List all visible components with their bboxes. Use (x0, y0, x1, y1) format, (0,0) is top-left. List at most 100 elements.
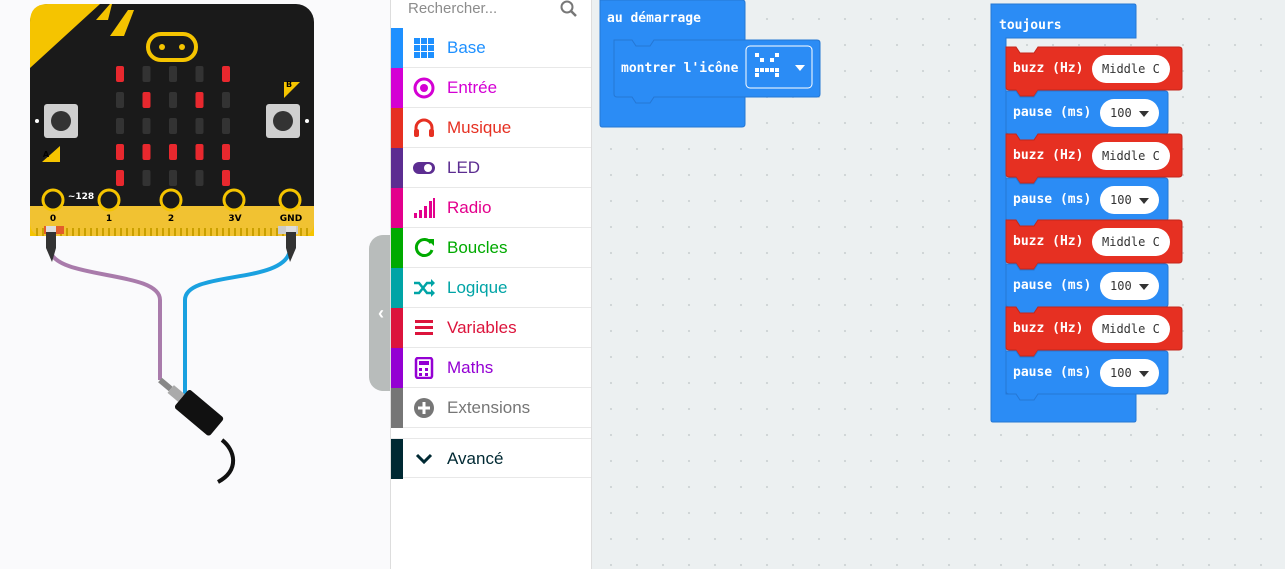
grid-icon (414, 38, 434, 58)
duration-dropdown[interactable]: 100 (1100, 359, 1159, 387)
category-label: Radio (447, 198, 492, 217)
value-text: Middle C (1102, 235, 1160, 249)
category-logique[interactable]: Logique (391, 268, 591, 308)
led (222, 66, 230, 82)
category-color-bar (391, 108, 403, 148)
category-led[interactable]: LED (391, 148, 591, 188)
led (195, 144, 204, 160)
category-label: Musique (447, 118, 512, 137)
led (142, 92, 151, 108)
led (222, 92, 230, 108)
category-label: Extensions (447, 398, 531, 417)
led (169, 118, 177, 134)
duration-dropdown[interactable]: 100 (1100, 272, 1159, 300)
value-text: 100 (1110, 106, 1132, 120)
led (195, 118, 204, 134)
category-color-bar (391, 148, 403, 188)
note-value-pill[interactable]: Middle C (1092, 55, 1170, 83)
pin-2-label: 2 (167, 214, 175, 224)
led (142, 170, 151, 186)
category-radio[interactable]: Radio (391, 188, 591, 228)
value-text: 100 (1110, 279, 1132, 293)
category-label: Variables (447, 318, 517, 337)
on-start-label: au démarrage (607, 11, 701, 26)
led (169, 144, 177, 160)
value-text: Middle C (1102, 62, 1160, 76)
blocks-workspace[interactable]: au démarrage montrer l'icône toujours bu… (592, 0, 1285, 569)
pin[interactable] (222, 188, 246, 212)
value-text: Middle C (1102, 149, 1160, 163)
toggle-icon (413, 162, 435, 174)
pin[interactable] (159, 188, 183, 212)
refresh-icon (414, 238, 434, 257)
category-color-bar (391, 388, 403, 428)
category-color-bar (391, 188, 403, 228)
category-label: Entrée (447, 78, 498, 97)
led (195, 66, 204, 82)
category-maths[interactable]: Maths (391, 348, 591, 388)
search-icon[interactable] (560, 0, 578, 18)
note-value-pill[interactable]: Middle C (1092, 315, 1170, 343)
led (222, 118, 230, 134)
led (222, 144, 230, 160)
led (142, 118, 151, 134)
pin[interactable] (97, 188, 121, 212)
forever-label: toujours (999, 18, 1062, 33)
button-b-label: B (285, 80, 293, 89)
category-color-bar (391, 308, 403, 348)
led (142, 144, 151, 160)
search-input[interactable]: Rechercher... (408, 0, 497, 17)
led (169, 92, 177, 108)
category-variables[interactable]: Variables (391, 308, 591, 348)
pin-gnd-label: GND (279, 214, 303, 224)
show-icon-label: montrer l'icône (621, 61, 739, 76)
simulator-panel: 0 1 2 3V GND ~128 A B (0, 0, 390, 569)
led (169, 170, 177, 186)
pause-label: pause (ms) (1013, 278, 1092, 293)
pause-label: pause (ms) (1013, 105, 1092, 120)
button-a-label: A (42, 150, 50, 159)
duration-dropdown[interactable]: 100 (1100, 99, 1159, 127)
value-text: 100 (1110, 366, 1132, 380)
category-advanced[interactable]: Avancé (391, 438, 591, 479)
category-entrée[interactable]: Entrée (391, 68, 591, 108)
chevron-left-icon: ‹ (378, 302, 384, 323)
toolbox: Rechercher... Base Entrée Musique LED Ra… (390, 0, 592, 569)
category-musique[interactable]: Musique (391, 108, 591, 148)
category-extensions[interactable]: Extensions (391, 388, 591, 428)
category-label: Maths (447, 358, 494, 377)
dropdown-arrow-icon (1138, 197, 1149, 204)
led (169, 66, 177, 82)
category-boucles[interactable]: Boucles (391, 228, 591, 268)
pin[interactable] (41, 188, 65, 212)
category-advanced-label: Avancé (447, 449, 504, 468)
led (195, 92, 204, 108)
led (222, 170, 230, 186)
microbit-board (30, 4, 314, 484)
led (116, 170, 124, 186)
note-value-pill[interactable]: Middle C (1092, 142, 1170, 170)
led (116, 144, 124, 160)
dropdown-arrow-icon (1138, 370, 1149, 377)
value-text: 100 (1110, 193, 1132, 207)
led (116, 118, 124, 134)
chevron-down-icon (415, 453, 433, 465)
duration-dropdown[interactable]: 100 (1100, 186, 1159, 214)
buzz-label: buzz (Hz) (1013, 61, 1084, 76)
pin[interactable] (278, 188, 302, 212)
value-text: Middle C (1102, 322, 1160, 336)
target-icon (413, 77, 435, 99)
headphones-icon (414, 118, 434, 137)
dropdown-arrow-icon (1138, 110, 1149, 117)
led (116, 92, 124, 108)
signal-icon (414, 198, 435, 218)
note-value-pill[interactable]: Middle C (1092, 228, 1170, 256)
category-base[interactable]: Base (391, 28, 591, 68)
plus-circle-icon (414, 398, 434, 418)
pin-3v-label: 3V (228, 214, 242, 224)
shuffle-icon (414, 279, 435, 297)
category-color-bar (391, 228, 403, 268)
category-label: Boucles (447, 238, 508, 257)
led (116, 66, 124, 82)
search-box[interactable]: Rechercher... (391, 0, 591, 27)
